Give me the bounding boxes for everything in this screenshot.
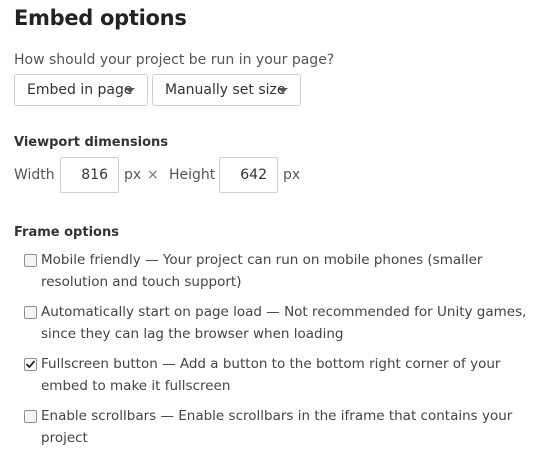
- embed-mode-select[interactable]: Embed in page: [14, 74, 148, 106]
- height-label: Height: [169, 167, 216, 183]
- option-autostart[interactable]: Automatically start on page load — Not r…: [24, 301, 539, 345]
- checkmark-icon: [26, 360, 35, 368]
- option-label: Mobile friendly — Your project can run o…: [41, 252, 483, 290]
- frame-options-label: Frame options: [14, 225, 119, 240]
- autostart-checkbox[interactable]: [24, 306, 37, 319]
- size-mode-select-value: Manually set size: [165, 82, 286, 98]
- width-label: Width: [14, 167, 55, 183]
- fullscreen-button-checkbox[interactable]: [24, 358, 37, 371]
- caret-down-icon: [125, 88, 135, 93]
- run-mode-question: How should your project be run in your p…: [14, 52, 335, 68]
- size-mode-select[interactable]: Manually set size: [152, 74, 301, 106]
- mobile-friendly-checkbox[interactable]: [24, 254, 37, 267]
- embed-mode-select-value: Embed in page: [27, 82, 133, 98]
- viewport-dimensions-label: Viewport dimensions: [14, 135, 169, 150]
- viewport-dimensions-row: Width px × Height px: [0, 157, 552, 193]
- option-mobile-friendly[interactable]: Mobile friendly — Your project can run o…: [24, 249, 539, 293]
- page-title: Embed options: [14, 6, 187, 30]
- option-enable-scrollbars[interactable]: Enable scrollbars — Enable scrollbars in…: [24, 405, 539, 449]
- option-label: Automatically start on page load — Not r…: [41, 304, 527, 342]
- height-unit: px: [283, 167, 301, 183]
- option-fullscreen-button[interactable]: Fullscreen button — Add a button to the …: [24, 353, 539, 397]
- width-input[interactable]: [60, 157, 119, 193]
- height-input[interactable]: [219, 157, 278, 193]
- times-icon: ×: [147, 167, 159, 183]
- enable-scrollbars-checkbox[interactable]: [24, 410, 37, 423]
- option-label: Enable scrollbars — Enable scrollbars in…: [41, 408, 513, 446]
- caret-down-icon: [278, 88, 288, 93]
- width-unit: px: [124, 167, 142, 183]
- option-label: Fullscreen button — Add a button to the …: [41, 356, 501, 394]
